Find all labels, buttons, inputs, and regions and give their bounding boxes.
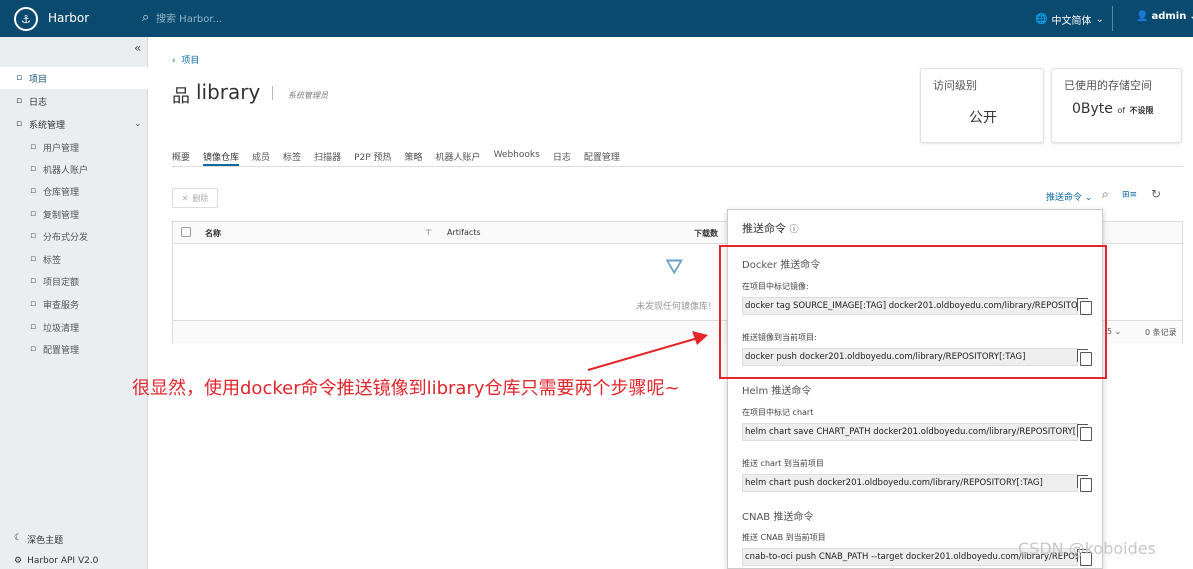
annotation-text: 很显然，使用docker命令推送镜像到library仓库只需要两个步骤呢~ <box>132 378 680 399</box>
watermark: CSDN @koboides <box>1018 539 1156 558</box>
annotation-arrow <box>587 331 708 371</box>
